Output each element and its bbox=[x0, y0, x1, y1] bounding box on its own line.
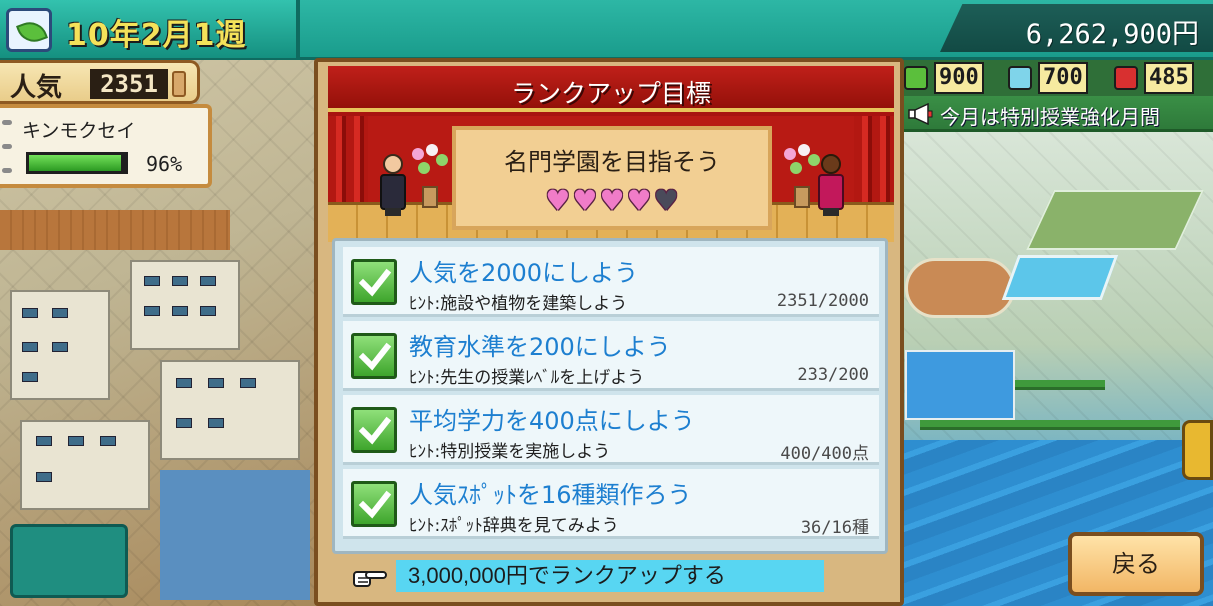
dialog-title: ランクアップ目標 bbox=[510, 79, 711, 108]
classroom bbox=[160, 360, 300, 460]
rival-percent: 96% bbox=[146, 152, 183, 176]
rival-name: キンモクセイ bbox=[22, 120, 136, 142]
minimap-button[interactable] bbox=[10, 524, 128, 598]
heart-filled-icon: ♥ bbox=[545, 184, 571, 217]
heart-filled-icon: ♥ bbox=[572, 184, 598, 217]
popularity-value: 2351 bbox=[90, 69, 168, 99]
rankup-row: 3,000,000円でランクアップする bbox=[348, 560, 868, 596]
pointing-hand-icon bbox=[353, 571, 387, 587]
announcement-banner[interactable]: 今月は特別授業強化月間 bbox=[900, 96, 1213, 132]
flower-vase-icon bbox=[408, 144, 452, 208]
popularity-label: 人気 bbox=[10, 73, 63, 103]
rankup-goals-dialog: ランクアップ目標 名門学園を目指そう ♥♥♥♥♥ 人気を2000にしよう ﾋﾝﾄ… bbox=[314, 58, 904, 606]
rank-hearts: ♥♥♥♥♥ bbox=[456, 186, 768, 216]
leaf-badge-icon[interactable] bbox=[6, 8, 52, 52]
date-panel: 10年2月1週 bbox=[0, 0, 300, 58]
heart-filled-icon: ♥ bbox=[599, 184, 625, 217]
goal-title: 人気ｽﾎﾟｯﾄを16種類作ろう bbox=[409, 481, 692, 509]
rival-progress-fill bbox=[29, 155, 122, 171]
check-icon bbox=[351, 407, 397, 453]
book-resource-icon bbox=[1114, 66, 1138, 90]
goal-title: 平均学力を400点にしよう bbox=[409, 407, 695, 435]
announcement-text: 今月は特別授業強化月間 bbox=[940, 105, 1160, 129]
goal-item[interactable]: 教育水準を200にしよう ﾋﾝﾄ:先生の授業ﾚﾍﾞﾙを上げよう 233/200 bbox=[343, 321, 879, 391]
binder-ring-icon bbox=[2, 120, 12, 125]
flask-resource-icon bbox=[1008, 66, 1032, 90]
goal-title: 教育水準を200にしよう bbox=[409, 333, 671, 361]
heart-filled-icon: ♥ bbox=[626, 184, 652, 217]
megaphone-icon bbox=[908, 103, 933, 125]
pool-floor bbox=[160, 470, 310, 600]
goal-item[interactable]: 平均学力を400点にしよう ﾋﾝﾄ:特別授業を実施しよう 400/400点 bbox=[343, 395, 879, 465]
popularity-tab-icon bbox=[172, 71, 186, 97]
goal-progress: 233/200 bbox=[797, 365, 869, 385]
top-bar: 10年2月1週 6,262,900円 bbox=[0, 0, 1213, 60]
money-display: 6,262,900円 bbox=[1025, 19, 1199, 50]
check-icon bbox=[351, 481, 397, 527]
rival-school-card[interactable]: キンモクセイ 96% bbox=[0, 104, 212, 188]
classroom bbox=[10, 290, 110, 400]
principal-sprite-icon bbox=[376, 154, 410, 216]
leaf-resource-icon bbox=[904, 66, 928, 90]
tennis-court bbox=[1026, 190, 1204, 250]
goal-item[interactable]: 人気ｽﾎﾟｯﾄを16種類作ろう ﾋﾝﾄ:ｽﾎﾟｯﾄ辞典を見てみよう 36/16種 bbox=[343, 469, 879, 539]
stage-scene: ランクアップ目標 名門学園を目指そう ♥♥♥♥♥ bbox=[328, 66, 894, 242]
heart-empty-icon: ♥ bbox=[653, 184, 679, 217]
trophy-icon[interactable] bbox=[1182, 420, 1213, 480]
goal-sign: 名門学園を目指そう ♥♥♥♥♥ bbox=[452, 126, 772, 230]
goal-heading: 名門学園を目指そう bbox=[504, 148, 720, 176]
resource-value: 900 bbox=[934, 62, 984, 94]
goals-list: 人気を2000にしよう ﾋﾝﾄ:施設や植物を建築しよう 2351/2000 教育… bbox=[332, 238, 888, 554]
goal-progress: 2351/2000 bbox=[776, 291, 869, 311]
goal-progress: 36/16種 bbox=[800, 518, 869, 538]
resource-bar: 900 700 485 bbox=[900, 60, 1213, 96]
student-sprite-icon bbox=[814, 154, 848, 216]
rankup-button[interactable]: 3,000,000円でランクアップする bbox=[396, 560, 824, 592]
popularity-panel[interactable]: 人気 2351 bbox=[0, 60, 200, 104]
binder-ring-icon bbox=[2, 144, 12, 149]
resource-value: 485 bbox=[1144, 62, 1194, 94]
rival-progress-bar bbox=[26, 152, 128, 174]
swimming-pool bbox=[1001, 255, 1119, 300]
goal-progress: 400/400点 bbox=[780, 444, 869, 464]
check-icon bbox=[351, 259, 397, 305]
goal-hint: ﾋﾝﾄ:施設や植物を建築しよう bbox=[409, 294, 628, 314]
check-icon bbox=[351, 333, 397, 379]
wood-corridor bbox=[0, 210, 230, 250]
resource-value: 700 bbox=[1038, 62, 1088, 94]
goal-title: 人気を2000にしよう bbox=[409, 259, 639, 287]
dialog-title-bar: ランクアップ目標 bbox=[328, 66, 894, 112]
goal-item[interactable]: 人気を2000にしよう ﾋﾝﾄ:施設や植物を建築しよう 2351/2000 bbox=[343, 247, 879, 317]
hedge bbox=[920, 420, 1180, 430]
classroom bbox=[20, 420, 150, 510]
back-button[interactable]: 戻る bbox=[1068, 532, 1204, 596]
running-track bbox=[905, 258, 1015, 318]
goal-hint: ﾋﾝﾄ:先生の授業ﾚﾍﾞﾙを上げよう bbox=[409, 368, 645, 388]
classroom bbox=[130, 260, 240, 350]
goal-hint: ﾋﾝﾄ:特別授業を実施しよう bbox=[409, 442, 611, 462]
binder-ring-icon bbox=[2, 168, 12, 173]
music-room bbox=[905, 350, 1015, 420]
current-date: 10年2月1週 bbox=[66, 18, 247, 53]
goal-hint: ﾋﾝﾄ:ｽﾎﾟｯﾄ辞典を見てみよう bbox=[409, 516, 619, 536]
